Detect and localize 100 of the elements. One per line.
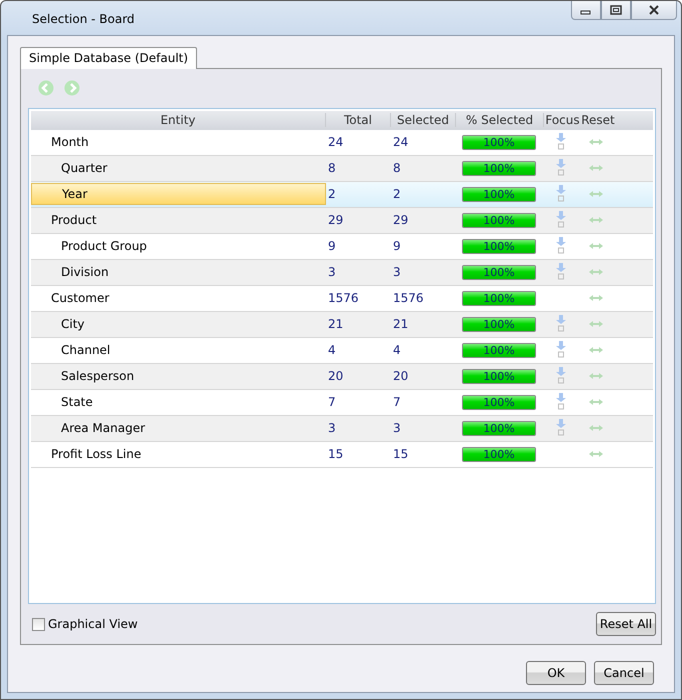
focus-icon[interactable] (556, 366, 566, 384)
reset-arrows-icon[interactable] (589, 372, 603, 380)
percent-label: 100% (482, 292, 516, 305)
table-cell-text: 15 (392, 447, 410, 462)
table-cell-text: 3 (327, 421, 337, 436)
table-cell-text: 24 (327, 135, 344, 150)
column-header: Total (326, 113, 391, 128)
table-row[interactable]: Division 3 3 100% (31, 260, 653, 286)
table-cell-text: 15 (327, 447, 344, 462)
focus-icon[interactable] (556, 340, 566, 358)
table-cell-text: 2 (327, 187, 337, 202)
table-cell-text: 24 (392, 135, 410, 150)
maximize-icon (610, 5, 622, 15)
maximize-button[interactable] (601, 1, 631, 20)
percent-label: 100% (482, 448, 516, 461)
focus-icon[interactable] (556, 184, 566, 202)
window-title: Selection - Board (32, 12, 135, 26)
table-cell-text: 29 (392, 213, 410, 228)
column-header: Focus (544, 113, 581, 128)
close-icon (648, 5, 660, 15)
table-cell-text: 21 (392, 317, 410, 332)
checkbox[interactable] (32, 618, 45, 630)
column-header: Entity (31, 113, 326, 128)
percent-label: 100% (482, 266, 516, 279)
table-cell-text: 20 (327, 369, 344, 384)
table-cell-text: 2 (392, 187, 402, 202)
table-row[interactable]: Area Manager 3 3 100% (31, 416, 653, 442)
focus-icon[interactable] (556, 262, 566, 280)
table-row[interactable]: Year 2 2 100% (31, 182, 653, 208)
percent-label: 100% (482, 214, 516, 227)
reset-arrows-icon[interactable] (589, 450, 603, 458)
table-cell-text: 3 (392, 421, 402, 436)
percent-label: 100% (482, 240, 516, 253)
reset-arrows-icon[interactable] (589, 424, 603, 432)
reset-arrows-icon[interactable] (589, 190, 603, 198)
reset-arrows-icon[interactable] (589, 294, 603, 302)
reset-arrows-icon[interactable] (589, 164, 603, 172)
reset-arrows-icon[interactable] (589, 346, 603, 354)
entity-name: Channel (60, 343, 110, 358)
ok-button[interactable]: OK (526, 661, 586, 685)
entity-name: Year (61, 187, 88, 202)
table-cell-text: 1576 (392, 291, 425, 306)
reset-arrows-icon[interactable] (589, 268, 603, 276)
table-cell-text: 8 (327, 161, 337, 176)
percent-label: 100% (482, 318, 516, 331)
column-header: Selected (391, 113, 456, 128)
focus-icon[interactable] (556, 392, 566, 410)
column-header: % Selected (456, 113, 544, 128)
table-cell-text: 1576 (327, 291, 360, 306)
focus-icon[interactable] (556, 236, 566, 254)
table-row[interactable]: Profit Loss Line 15 15 100% (31, 442, 653, 468)
reset-arrows-icon[interactable] (589, 242, 603, 250)
entity-name: State (60, 395, 93, 410)
entity-name: Division (60, 265, 109, 280)
percent-label: 100% (482, 344, 516, 357)
table-row[interactable]: Quarter 8 8 100% (31, 156, 653, 182)
percent-label: 100% (482, 136, 516, 149)
table-cell-text: 4 (392, 343, 402, 358)
table-cell-text: 7 (392, 395, 402, 410)
reset-arrows-icon[interactable] (589, 216, 603, 224)
entity-name: Product Group (60, 239, 147, 254)
tab[interactable]: Simple Database (Default) (20, 47, 198, 69)
table-cell-text: 8 (392, 161, 402, 176)
checkbox-label: Graphical View (48, 617, 138, 631)
table-cell-text: 21 (327, 317, 344, 332)
percent-label: 100% (482, 162, 516, 175)
entity-name: Salesperson (60, 369, 134, 384)
reset-arrows-icon[interactable] (589, 320, 603, 328)
table-cell-text: 29 (327, 213, 344, 228)
entity-name: Month (50, 135, 89, 150)
table-cell-text: 7 (327, 395, 337, 410)
entity-name: City (60, 317, 85, 332)
table-cell-text: 4 (327, 343, 337, 358)
entity-name: Customer (50, 291, 110, 306)
percent-label: 100% (482, 188, 516, 201)
focus-icon[interactable] (556, 210, 566, 228)
entity-name: Area Manager (60, 421, 146, 436)
percent-label: 100% (482, 370, 516, 383)
reset-arrows-icon[interactable] (589, 398, 603, 406)
table-row[interactable]: Salesperson 20 20 100% (31, 364, 653, 390)
table-cell-text: 9 (392, 239, 402, 254)
percent-label: 100% (482, 396, 516, 409)
focus-icon[interactable] (556, 418, 566, 436)
table-cell-text: 9 (327, 239, 337, 254)
focus-icon[interactable] (556, 314, 566, 332)
close-button[interactable] (631, 1, 677, 20)
cancel-button[interactable]: Cancel (594, 661, 654, 685)
table-cell-text: 20 (392, 369, 410, 384)
reset-arrows-icon[interactable] (589, 138, 603, 146)
table-cell-text: 3 (392, 265, 402, 280)
focus-icon[interactable] (556, 158, 566, 176)
table-cell-text: 3 (327, 265, 337, 280)
column-header: Reset (581, 113, 615, 128)
table-row[interactable]: Product 29 29 100% (31, 208, 653, 234)
entity-name: Profit Loss Line (50, 447, 142, 462)
focus-icon[interactable] (556, 132, 566, 150)
reset-all-button[interactable]: Reset All (596, 612, 656, 636)
minimize-button[interactable] (571, 1, 601, 20)
table-row[interactable]: City 21 21 100% (31, 312, 653, 338)
percent-label: 100% (482, 422, 516, 435)
